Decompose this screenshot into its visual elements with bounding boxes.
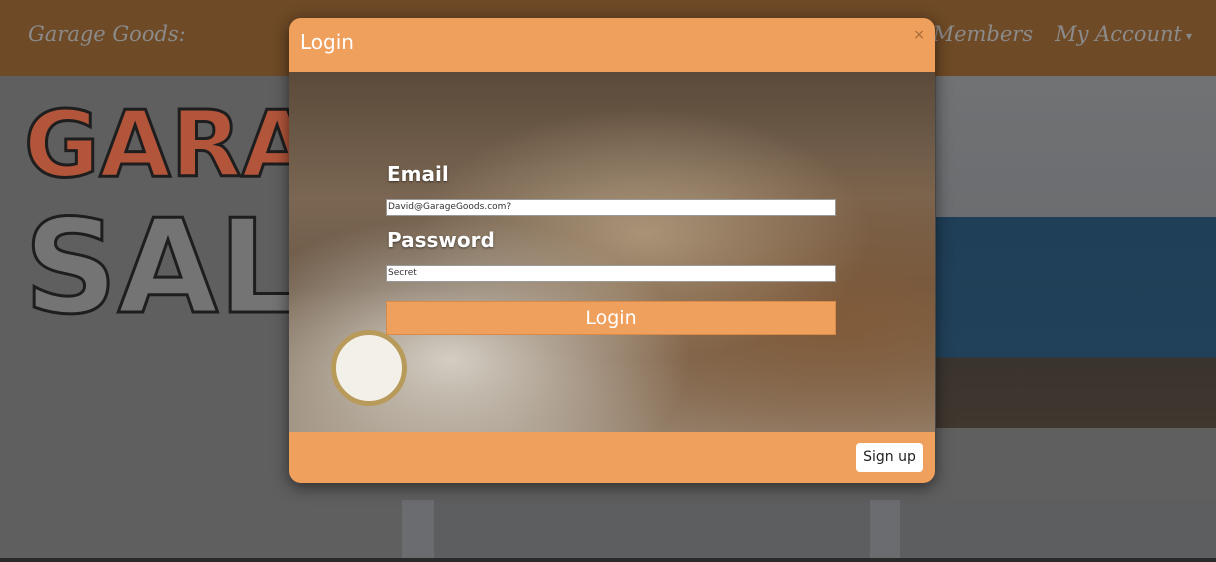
brand-link[interactable]: Garage Goods: xyxy=(28,22,186,46)
email-label: Email xyxy=(387,162,449,186)
password-field[interactable]: Secret xyxy=(386,265,836,282)
nav-my-account-dropdown[interactable]: My Account ▾ xyxy=(1055,22,1192,46)
trunk-photo xyxy=(936,76,1216,428)
signup-button[interactable]: Sign up xyxy=(856,443,923,472)
banner-line-1: GARAGE xyxy=(24,91,294,198)
email-field[interactable]: David@GarageGoods.com? xyxy=(386,199,836,216)
modal-body-background-photo: Email David@GarageGoods.com? Password Se… xyxy=(289,72,935,432)
close-icon[interactable]: × xyxy=(913,27,925,43)
nav-links: Members My Account ▾ xyxy=(933,22,1192,46)
gallery-photo-fan-1 xyxy=(434,500,870,560)
password-label: Password xyxy=(387,228,495,252)
clock-decor xyxy=(331,330,407,406)
garage-sale-banner-image: GARAGE SALE xyxy=(24,90,294,326)
caret-down-icon: ▾ xyxy=(1185,28,1192,43)
banner-line-2: SALE xyxy=(24,191,294,326)
modal-header: Login × xyxy=(289,18,935,72)
modal-title: Login xyxy=(300,30,354,54)
nav-members-link[interactable]: Members xyxy=(933,22,1034,46)
nav-my-account-label: My Account xyxy=(1055,22,1182,46)
login-modal: Login × Email David@GarageGoods.com? Pas… xyxy=(289,18,935,483)
page-bottom-border xyxy=(0,558,1216,562)
login-button[interactable]: Login xyxy=(386,301,836,335)
modal-footer: Sign up xyxy=(289,432,935,483)
gallery-photo-fan-2 xyxy=(900,500,1216,560)
